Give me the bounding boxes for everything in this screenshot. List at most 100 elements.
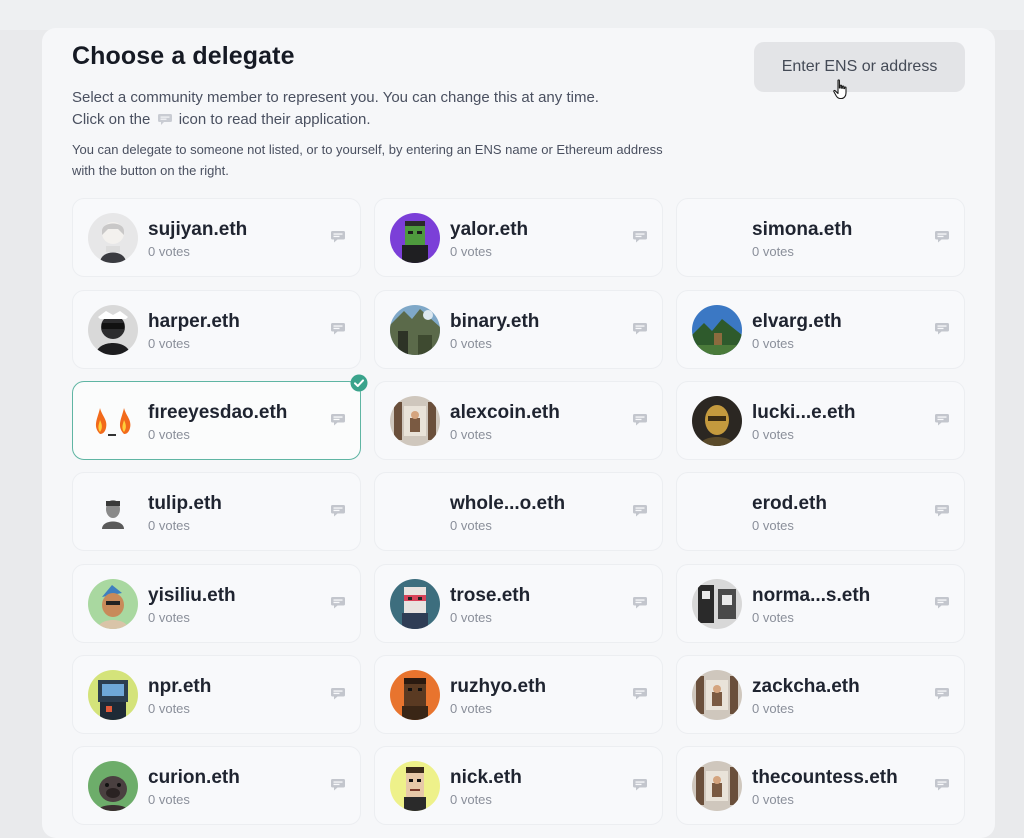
- delegate-card-binary[interactable]: binary.eth 0 votes: [374, 290, 663, 369]
- delegate-votes: 0 votes: [450, 701, 492, 716]
- delegate-name: binary.eth: [450, 311, 540, 332]
- delegate-card-elvarg[interactable]: elvarg.eth 0 votes: [676, 290, 965, 369]
- avatar: [692, 670, 742, 720]
- chat-bubble-icon[interactable]: [330, 778, 346, 791]
- delegate-name: harper.eth: [148, 311, 240, 332]
- description-line-2-post: icon to read their application.: [178, 111, 371, 128]
- delegate-name: npr.eth: [148, 676, 212, 697]
- chat-bubble-icon[interactable]: [934, 687, 950, 700]
- delegate-card-simona[interactable]: simona.eth 0 votes: [676, 198, 965, 277]
- avatar: [88, 396, 138, 446]
- avatar: [88, 305, 138, 355]
- delegate-name: ruzhyo.eth: [450, 676, 547, 697]
- chat-bubble-icon[interactable]: [632, 322, 648, 335]
- hand-pointer-icon: [833, 79, 847, 100]
- delegate-card-ruzhyo[interactable]: ruzhyo.eth 0 votes: [374, 655, 663, 734]
- browser-top-bar: [0, 0, 1024, 30]
- custom-delegate-note: You can delegate to someone not listed, …: [72, 142, 663, 178]
- delegate-card-nick[interactable]: nick.eth 0 votes: [374, 746, 663, 825]
- chat-bubble-icon[interactable]: [934, 322, 950, 335]
- delegate-name: whole...o.eth: [450, 493, 566, 514]
- chat-bubble-icon[interactable]: [632, 230, 648, 243]
- avatar: [692, 213, 742, 263]
- delegate-card-thecountess[interactable]: thecountess.eth 0 votes: [676, 746, 965, 825]
- description-line-1: Select a community member to represent y…: [72, 89, 599, 106]
- delegate-card-norma[interactable]: norma...s.eth 0 votes: [676, 564, 965, 643]
- chat-bubble-icon[interactable]: [330, 230, 346, 243]
- delegate-votes: 0 votes: [148, 244, 190, 259]
- avatar: [390, 761, 440, 811]
- delegate-card-alexcoin[interactable]: alexcoin.eth 0 votes: [374, 381, 663, 460]
- delegate-votes: 0 votes: [752, 427, 794, 442]
- chat-bubble-icon[interactable]: [632, 413, 648, 426]
- avatar: [692, 305, 742, 355]
- chat-bubble-icon[interactable]: [330, 413, 346, 426]
- avatar: [88, 761, 138, 811]
- delegate-card-trose[interactable]: trose.eth 0 votes: [374, 564, 663, 643]
- avatar: [390, 213, 440, 263]
- chat-bubble-icon[interactable]: [632, 504, 648, 517]
- delegate-votes: 0 votes: [148, 336, 190, 351]
- chat-bubble-icon[interactable]: [330, 322, 346, 335]
- delegate-votes: 0 votes: [148, 610, 190, 625]
- delegate-votes: 0 votes: [450, 336, 492, 351]
- chat-bubble-icon[interactable]: [934, 596, 950, 609]
- chat-bubble-icon[interactable]: [330, 596, 346, 609]
- chat-bubble-icon[interactable]: [934, 504, 950, 517]
- delegate-card-lucki[interactable]: lucki...e.eth 0 votes: [676, 381, 965, 460]
- delegate-votes: 0 votes: [148, 792, 190, 807]
- delegate-votes: 0 votes: [148, 518, 190, 533]
- description-line-2: Click on the icon to read their applicat…: [72, 109, 692, 131]
- chat-bubble-icon[interactable]: [330, 504, 346, 517]
- delegate-votes: 0 votes: [148, 701, 190, 716]
- avatar: [692, 579, 742, 629]
- delegate-votes: 0 votes: [752, 792, 794, 807]
- delegate-card-yalor[interactable]: yalor.eth 0 votes: [374, 198, 663, 277]
- avatar: [390, 670, 440, 720]
- delegate-card-whole[interactable]: whole...o.eth 0 votes: [374, 472, 663, 551]
- avatar: [390, 579, 440, 629]
- delegate-name: thecountess.eth: [752, 767, 898, 788]
- chat-bubble-icon[interactable]: [330, 687, 346, 700]
- delegate-card-npr[interactable]: npr.eth 0 votes: [72, 655, 361, 734]
- check-icon: [350, 374, 368, 392]
- delegate-name: sujiyan.eth: [148, 219, 248, 240]
- delegate-votes: 0 votes: [752, 518, 794, 533]
- enter-ens-button[interactable]: Enter ENS or address: [754, 42, 965, 92]
- delegate-votes: 0 votes: [752, 336, 794, 351]
- delegate-name: yisiliu.eth: [148, 585, 236, 606]
- delegate-name: yalor.eth: [450, 219, 529, 240]
- delegate-card-harper[interactable]: harper.eth 0 votes: [72, 290, 361, 369]
- page-title: Choose a delegate: [72, 42, 295, 70]
- chat-bubble-icon[interactable]: [934, 778, 950, 791]
- delegate-card-yisiliu[interactable]: yisiliu.eth 0 votes: [72, 564, 361, 643]
- chat-bubble-icon[interactable]: [934, 413, 950, 426]
- delegate-name: lucki...e.eth: [752, 402, 856, 423]
- delegate-card-zackcha[interactable]: zackcha.eth 0 votes: [676, 655, 965, 734]
- delegate-name: trose.eth: [450, 585, 531, 606]
- chat-bubble-icon[interactable]: [632, 778, 648, 791]
- avatar: [692, 396, 742, 446]
- avatar: [390, 305, 440, 355]
- delegate-votes: 0 votes: [450, 427, 492, 442]
- delegate-card-tulip[interactable]: tulip.eth 0 votes: [72, 472, 361, 551]
- delegate-votes: 0 votes: [148, 427, 190, 442]
- delegate-card-curion[interactable]: curion.eth 0 votes: [72, 746, 361, 825]
- delegate-name: alexcoin.eth: [450, 402, 560, 423]
- delegate-name: curion.eth: [148, 767, 240, 788]
- avatar: [390, 396, 440, 446]
- delegate-name: fıreeyesdao.eth: [148, 402, 288, 423]
- avatar: [88, 487, 138, 537]
- avatar: [88, 213, 138, 263]
- delegate-votes: 0 votes: [450, 244, 492, 259]
- delegate-card-fireeyesdao[interactable]: fıreeyesdao.eth 0 votes: [72, 374, 368, 460]
- delegate-name: tulip.eth: [148, 493, 222, 514]
- chat-bubble-icon[interactable]: [632, 687, 648, 700]
- chat-bubble-icon[interactable]: [934, 230, 950, 243]
- chat-bubble-icon[interactable]: [632, 596, 648, 609]
- description-line-2-pre: Click on the: [72, 111, 151, 128]
- delegate-votes: 0 votes: [752, 610, 794, 625]
- delegate-card-sujiyan[interactable]: sujiyan.eth 0 votes: [72, 198, 361, 277]
- delegate-card-erod[interactable]: erod.eth 0 votes: [676, 472, 965, 551]
- avatar: [88, 579, 138, 629]
